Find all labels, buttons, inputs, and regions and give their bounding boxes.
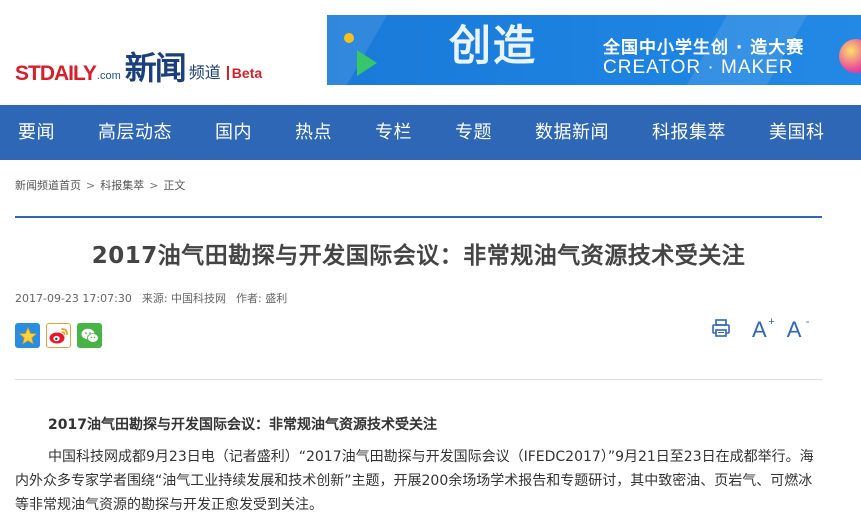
- weibo-icon: [49, 327, 68, 343]
- wechat-icon: [81, 328, 99, 343]
- qzone-share-icon[interactable]: [15, 323, 40, 348]
- article-author: 作者: 盛利: [236, 292, 288, 305]
- play-triangle-icon: [357, 50, 377, 76]
- article-source: 来源: 中国科技网: [141, 292, 227, 305]
- breadcrumb-separator: >: [86, 178, 96, 192]
- beta-badge: Beta: [226, 66, 262, 80]
- font-increase-button[interactable]: A +: [752, 317, 775, 342]
- weibo-share-icon[interactable]: [46, 323, 71, 348]
- banner-main-text: 创造: [449, 21, 538, 70]
- font-increase-sup: +: [768, 316, 775, 328]
- nav-item-redian[interactable]: 热点: [295, 105, 332, 160]
- nav-item-guonei[interactable]: 国内: [215, 105, 252, 160]
- article-paragraph: 中国科技网成都9月23日电（记者盛利）“2017油气田勘探与开发国际会议（IFE…: [15, 449, 814, 513]
- breadcrumb-current: 正文: [163, 179, 186, 192]
- logo-brand: STDAILY: [15, 62, 97, 85]
- share-bar: [15, 323, 102, 348]
- font-decrease-sup: -: [805, 316, 810, 328]
- banner-ball: [839, 39, 861, 73]
- article-tools: A + A-: [710, 317, 821, 343]
- nav-item-kebao[interactable]: 科报集萃: [652, 105, 726, 160]
- logo-title: 新闻: [124, 49, 187, 87]
- article-meta: 2017-09-23 17:07:30 来源: 中国科技网 作者: 盛利: [15, 290, 297, 306]
- font-decrease-label: A: [786, 317, 802, 342]
- banner-line1: 全国中小学生创 · 造大赛: [603, 38, 805, 58]
- font-decrease-button[interactable]: A-: [786, 317, 810, 342]
- nav-item-meiguo[interactable]: 美国科: [769, 105, 825, 160]
- nav-item-zhuanlan[interactable]: 专栏: [375, 105, 412, 160]
- nav-item-yaowen[interactable]: 要闻: [18, 105, 55, 160]
- font-increase-label: A: [752, 317, 767, 342]
- banner-ad[interactable]: 创造 全国中小学生创 · 造大赛 CREATOR · MAKER: [327, 15, 861, 85]
- breadcrumb-home[interactable]: 新闻频道首页: [15, 177, 81, 193]
- divider: [15, 379, 822, 380]
- nav-item-gaoceng[interactable]: 高层动态: [98, 105, 172, 160]
- main-nav: 要闻 高层动态 国内 热点 专栏 专题 数据新闻 科报集萃 美国科: [0, 105, 861, 160]
- site-logo[interactable]: STDAILY .com 新闻 频道 Beta: [15, 34, 262, 84]
- nav-item-shuju[interactable]: 数据新闻: [535, 105, 609, 160]
- logo-domain: .com: [96, 70, 121, 82]
- banner-line2: CREATOR · MAKER: [603, 57, 794, 78]
- logo-subtitle: 频道: [188, 63, 221, 82]
- article-date: 2017-09-23 17:07:30: [15, 292, 132, 305]
- printer-icon: [712, 319, 730, 337]
- print-button[interactable]: [710, 317, 732, 343]
- star-icon: [18, 326, 37, 344]
- banner-dot: [344, 33, 354, 43]
- article-lead: 2017油气田勘探与开发国际会议：非常规油气资源技术受关注: [48, 417, 437, 433]
- breadcrumb: 新闻频道首页 > 科报集萃 > 正文: [15, 177, 185, 193]
- nav-item-zhuanti[interactable]: 专题: [455, 105, 492, 160]
- breadcrumb-section[interactable]: 科报集萃: [100, 177, 144, 193]
- article-title: 2017油气田勘探与开发国际会议：非常规油气资源技术受关注: [91, 243, 746, 269]
- divider: [15, 216, 822, 218]
- breadcrumb-separator: >: [149, 178, 159, 192]
- wechat-share-icon[interactable]: [77, 323, 102, 348]
